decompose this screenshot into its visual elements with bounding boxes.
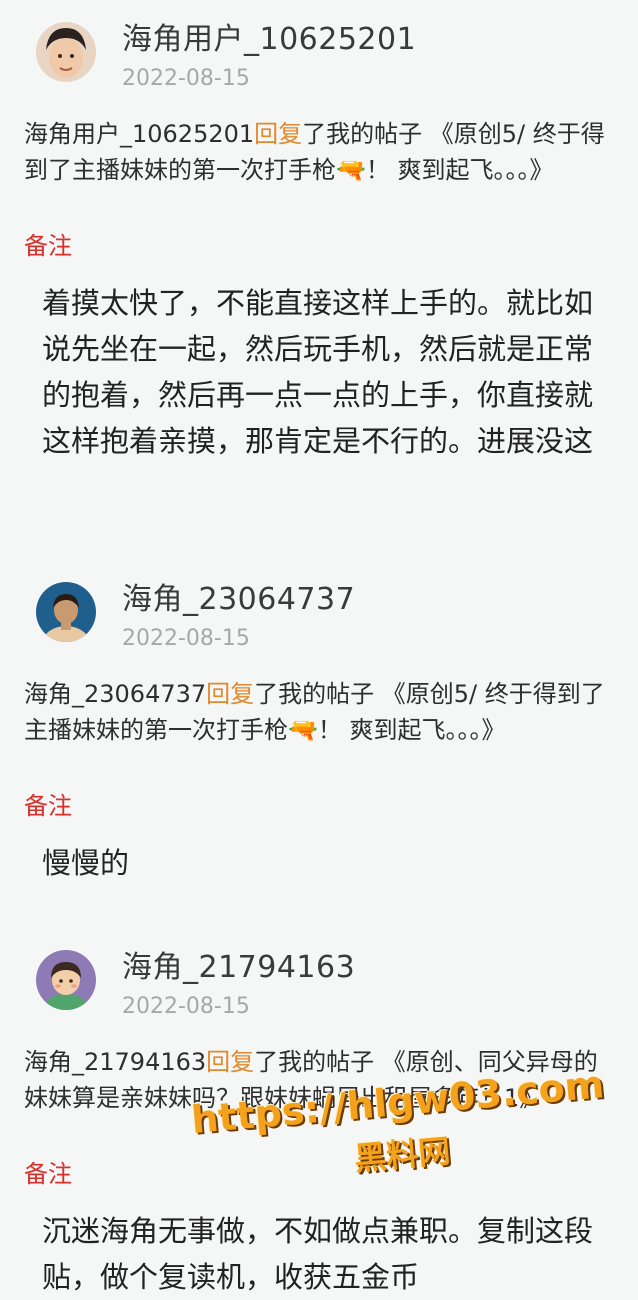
post-date: 2022-08-15 (122, 626, 250, 651)
user-avatar[interactable] (36, 582, 96, 642)
reply-content: 沉迷海角无事做，不如做点兼职。复制这段贴，做个复读机，收获五金币 (42, 1214, 594, 1294)
reply-card: 海角用户_10625201 2022-08-15 海角用户_10625201回复… (0, 0, 638, 540)
username[interactable]: 海角_21794163 (122, 942, 355, 986)
reply-label: 回复 (254, 120, 303, 148)
reply-content: 慢慢的 (42, 846, 130, 880)
user-avatar[interactable] (36, 950, 96, 1010)
reply-content: 着摸太快了，不能直接这样上手的。就比如说先坐在一起，然后玩手机，然后就是正常的抱… (42, 286, 594, 458)
remark-label[interactable]: 备注 (24, 786, 72, 821)
username[interactable]: 海角_23064737 (122, 574, 355, 618)
reply-card: 海角_23064737 2022-08-15 海角_23064737回复了我的帖… (0, 560, 638, 900)
notice-user: 海角_21794163 (24, 1048, 207, 1076)
notice-user: 海角用户_10625201 (24, 120, 255, 148)
post-date: 2022-08-15 (122, 66, 250, 91)
username[interactable]: 海角用户_10625201 (122, 14, 416, 58)
reply-label: 回复 (206, 1048, 255, 1076)
reply-notice[interactable]: 海角_23064737回复了我的帖子 《原创5/ 终于得到了主播妹妹的第一次打手… (24, 676, 616, 748)
notice-user: 海角_23064737 (24, 680, 207, 708)
post-date: 2022-08-15 (122, 994, 250, 1019)
remark-label[interactable]: 备注 (24, 226, 72, 261)
user-avatar[interactable] (36, 22, 96, 82)
reply-notice[interactable]: 海角用户_10625201回复了我的帖子 《原创5/ 终于得到了主播妹妹的第一次… (24, 116, 616, 188)
remark-label[interactable]: 备注 (24, 1154, 72, 1189)
reply-label: 回复 (206, 680, 255, 708)
